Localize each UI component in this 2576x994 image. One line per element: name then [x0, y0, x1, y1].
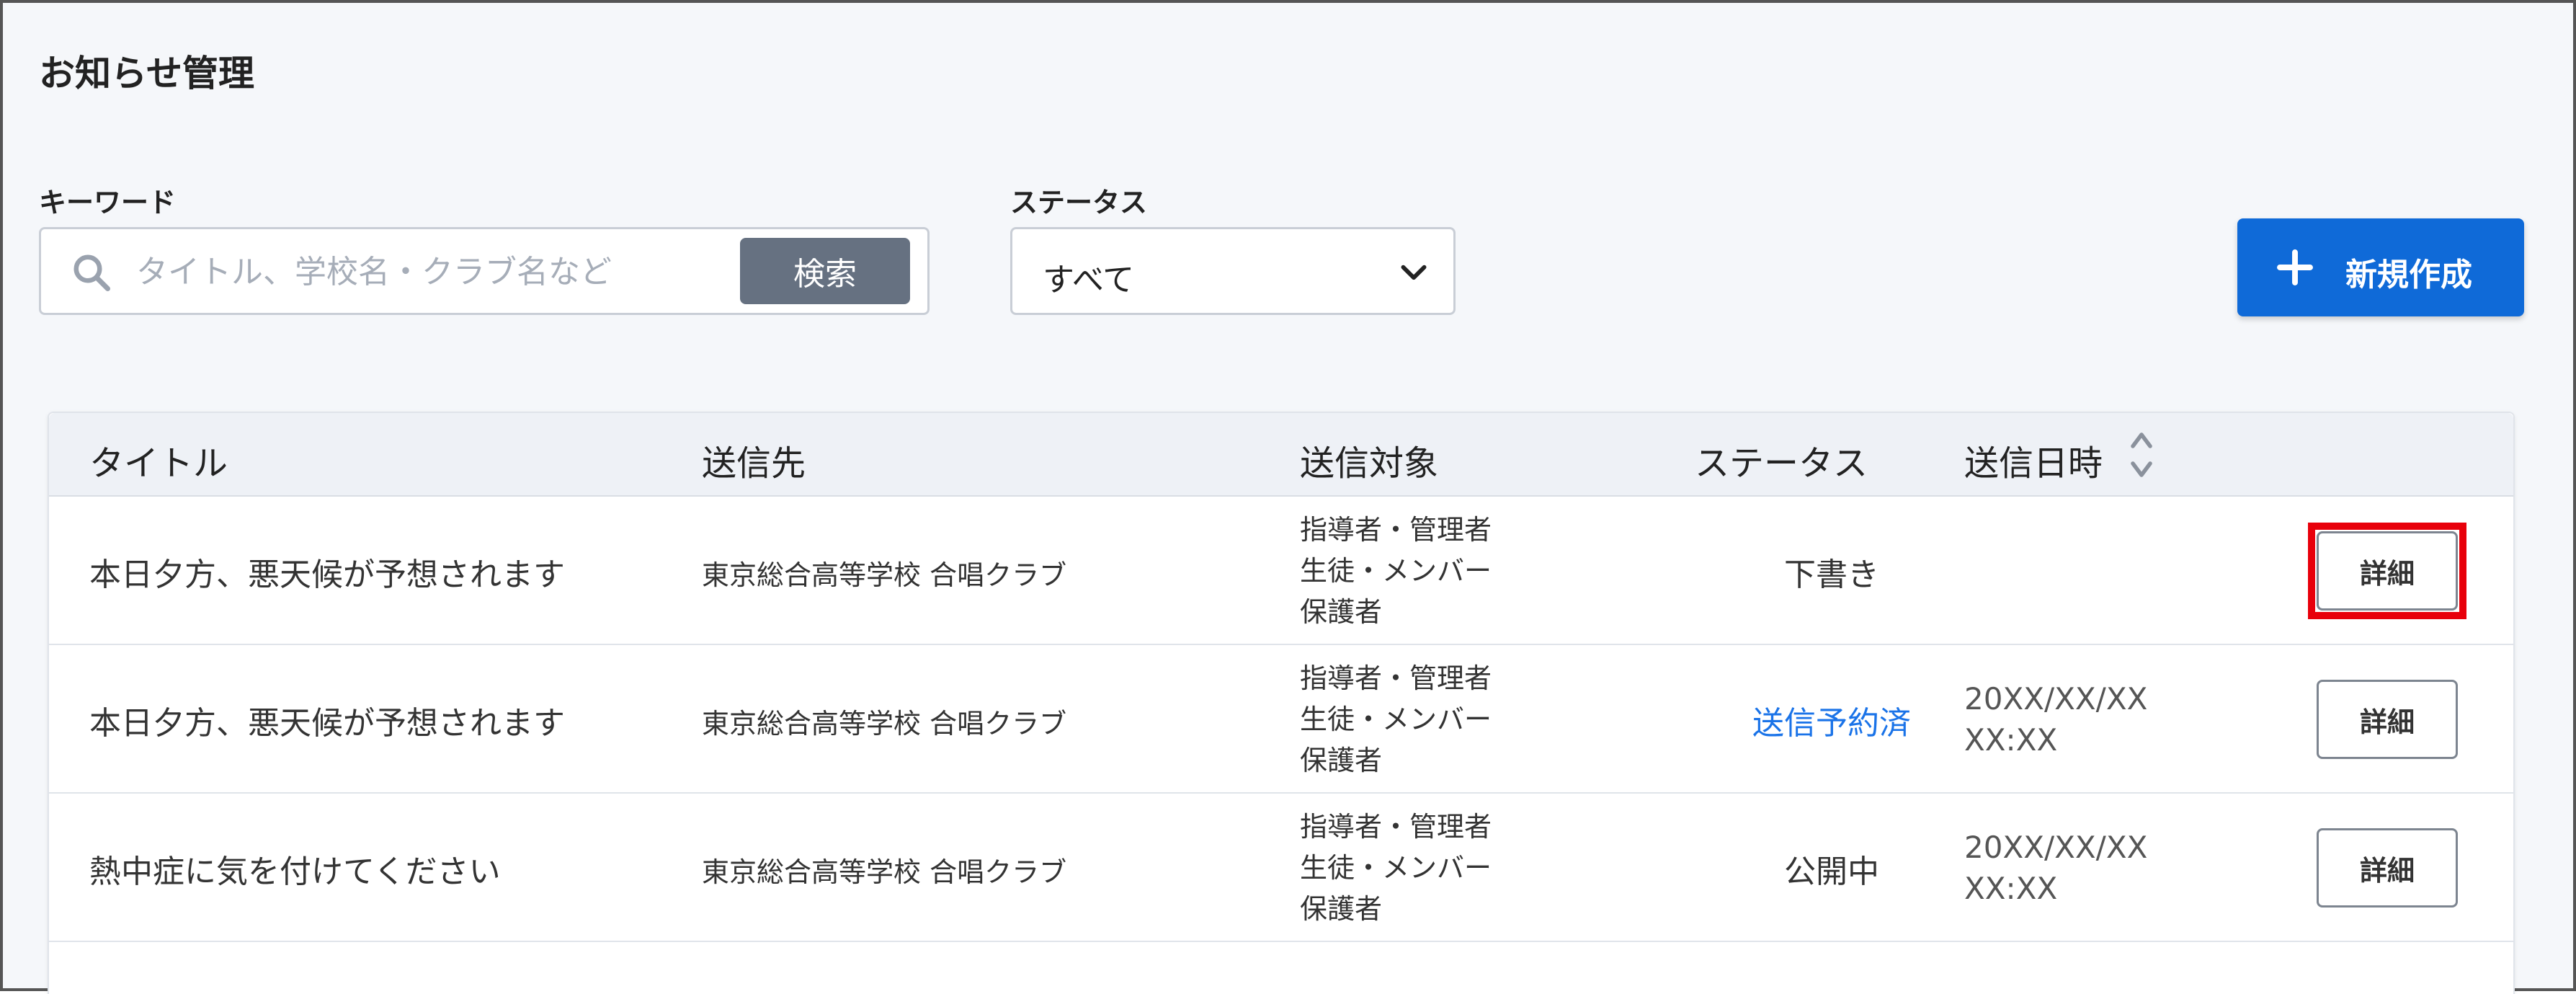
app-frame: お知らせ管理 キーワード 検索 ステータス すべて 新規作成 タイトル 送信先 …	[0, 0, 2576, 994]
row-date: 20XX/XX/XX XX:XX	[1964, 678, 2147, 760]
page-title: お知らせ管理	[39, 53, 254, 94]
row-targets: 指導者・管理者 生徒・メンバー 保護者	[1300, 658, 1492, 781]
row-title: 本日夕方、悪天候が予想されます	[89, 705, 565, 742]
search-box: 検索	[39, 227, 930, 315]
detail-button[interactable]: 詳細	[2317, 680, 2458, 759]
table-row: 本日夕方、悪天候が予想されます 東京総合高等学校 合唱クラブ 指導者・管理者 生…	[49, 644, 2513, 794]
row-date: 20XX/XX/XX XX:XX	[1964, 827, 2147, 909]
row-status: 下書き	[1784, 556, 1879, 593]
target-item: 生徒・メンバー	[1300, 704, 1492, 735]
target-item: 生徒・メンバー	[1300, 852, 1492, 884]
table-row: 熱中症に気を付けてください 東京総合高等学校 合唱クラブ 指導者・管理者 生徒・…	[49, 792, 2513, 942]
column-header-destination: 送信先	[702, 443, 806, 484]
row-destination: 東京総合高等学校 合唱クラブ	[702, 708, 1067, 740]
column-header-targets: 送信対象	[1300, 443, 1439, 484]
status-select[interactable]: すべて	[1010, 227, 1456, 315]
target-item: 保護者	[1300, 745, 1383, 776]
row-destination: 東京総合高等学校 合唱クラブ	[702, 559, 1067, 591]
row-destination: 東京総合高等学校 合唱クラブ	[702, 856, 1067, 888]
highlight-box	[2308, 523, 2466, 619]
row-date-day: 20XX/XX/XX	[1964, 830, 2148, 865]
target-item: 保護者	[1300, 893, 1383, 925]
target-item: 指導者・管理者	[1300, 514, 1492, 546]
row-targets: 指導者・管理者 生徒・メンバー 保護者	[1300, 510, 1492, 633]
row-date-time: XX:XX	[1964, 722, 2058, 758]
plus-icon	[2277, 249, 2313, 285]
chevron-down-icon	[1401, 265, 1427, 280]
search-icon	[73, 254, 110, 291]
row-title: 本日夕方、悪天候が予想されます	[89, 556, 565, 593]
target-item: 保護者	[1300, 596, 1383, 628]
target-item: 指導者・管理者	[1300, 811, 1492, 843]
row-targets: 指導者・管理者 生徒・メンバー 保護者	[1300, 807, 1492, 930]
target-item: 生徒・メンバー	[1300, 555, 1492, 587]
column-header-date[interactable]: 送信日時	[1964, 435, 2103, 485]
keyword-label: キーワード	[39, 187, 177, 218]
row-date-day: 20XX/XX/XX	[1964, 681, 2148, 716]
row-status: 公開中	[1784, 853, 1879, 890]
status-filter-label: ステータス	[1010, 187, 1148, 218]
target-item: 指導者・管理者	[1300, 662, 1492, 694]
detail-button[interactable]: 詳細	[2317, 828, 2458, 908]
status-select-value: すべて	[1043, 262, 1135, 298]
row-title: 熱中症に気を付けてください	[89, 853, 501, 890]
search-button[interactable]: 検索	[740, 238, 910, 304]
new-create-label: 新規作成	[2345, 257, 2472, 293]
new-create-button[interactable]: 新規作成	[2237, 218, 2524, 316]
search-input[interactable]	[135, 242, 772, 301]
table-row: 本日夕方、悪天候が予想されます 東京総合高等学校 合唱クラブ 指導者・管理者 生…	[49, 495, 2513, 645]
row-date-time: XX:XX	[1964, 871, 2058, 906]
notice-table: タイトル 送信先 送信対象 ステータス 送信日時 本日夕方、悪天候が予想されます…	[48, 412, 2515, 994]
column-header-status: ステータス	[1695, 443, 1868, 484]
sort-icon[interactable]	[2127, 426, 2156, 484]
table-header: タイトル 送信先 送信対象 ステータス 送信日時	[49, 413, 2513, 497]
column-header-title: タイトル	[89, 443, 228, 484]
row-status[interactable]: 送信予約済	[1663, 697, 2000, 743]
